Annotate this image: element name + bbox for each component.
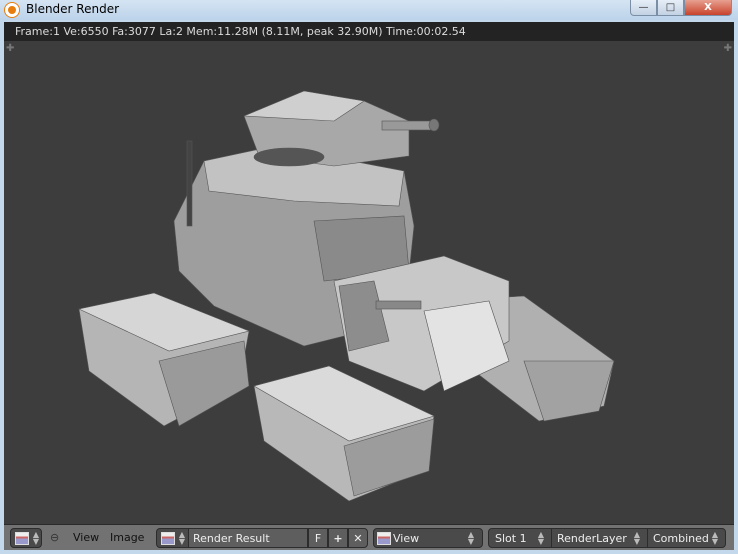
menu-image[interactable]: Image: [110, 531, 144, 544]
up-down-arrows-icon: ▲ ▼: [178, 530, 186, 546]
image-icon: [161, 531, 175, 545]
area-split-icon[interactable]: ✚: [724, 43, 732, 54]
render-viewport[interactable]: ✚ ✚: [4, 41, 734, 524]
slot-value: Slot 1: [495, 531, 527, 545]
image-browse-button[interactable]: ▲ ▼: [156, 528, 189, 548]
menu-view[interactable]: View: [73, 531, 99, 544]
fake-user-button[interactable]: F: [308, 528, 328, 548]
editor-type-selector[interactable]: ▲ ▼: [10, 528, 42, 548]
image-editor: Frame:1 Ve:6550 Fa:3077 La:2 Mem:11.28M …: [4, 22, 734, 550]
up-down-arrows-icon: ▲ ▼: [711, 530, 719, 546]
image-name-field[interactable]: Render Result: [188, 528, 308, 548]
up-down-arrows-icon: ▲ ▼: [633, 530, 641, 546]
maximize-button[interactable]: □: [657, 0, 684, 16]
render-layer-dropdown[interactable]: RenderLayer ▲ ▼: [551, 528, 648, 548]
slot-dropdown[interactable]: Slot 1 ▲ ▼: [488, 528, 552, 548]
up-down-arrows-icon: ▲ ▼: [467, 530, 475, 546]
render-info-bar: Frame:1 Ve:6550 Fa:3077 La:2 Mem:11.28M …: [4, 22, 734, 41]
up-down-arrows-icon: ▲ ▼: [537, 530, 545, 546]
window-title: Blender Render: [26, 2, 120, 16]
collapse-menus-icon[interactable]: ⊖: [50, 531, 59, 544]
blender-logo-icon: [5, 3, 19, 17]
image-editor-icon: [15, 531, 29, 545]
display-mode-dropdown[interactable]: View ▲ ▼: [373, 528, 483, 548]
rendered-tank-image: [78, 90, 615, 502]
render-pass-value: Combined: [653, 531, 709, 545]
image-editor-header: ▲ ▼ ⊖ View Image ▲ ▼ Render Result F + ✕ V…: [4, 524, 734, 550]
display-mode-value: View: [393, 531, 420, 545]
unlink-image-button[interactable]: ✕: [348, 528, 368, 548]
up-down-arrows-icon: ▲ ▼: [32, 530, 40, 546]
render-layer-value: RenderLayer: [557, 531, 627, 545]
render-pass-dropdown[interactable]: Combined ▲ ▼: [647, 528, 726, 548]
area-split-icon[interactable]: ✚: [6, 43, 14, 54]
view-icon: [377, 531, 391, 545]
title-bar: Blender Render — □ X: [0, 0, 738, 20]
new-image-button[interactable]: +: [328, 528, 348, 548]
minimize-button[interactable]: —: [630, 0, 657, 16]
close-button[interactable]: X: [684, 0, 732, 16]
